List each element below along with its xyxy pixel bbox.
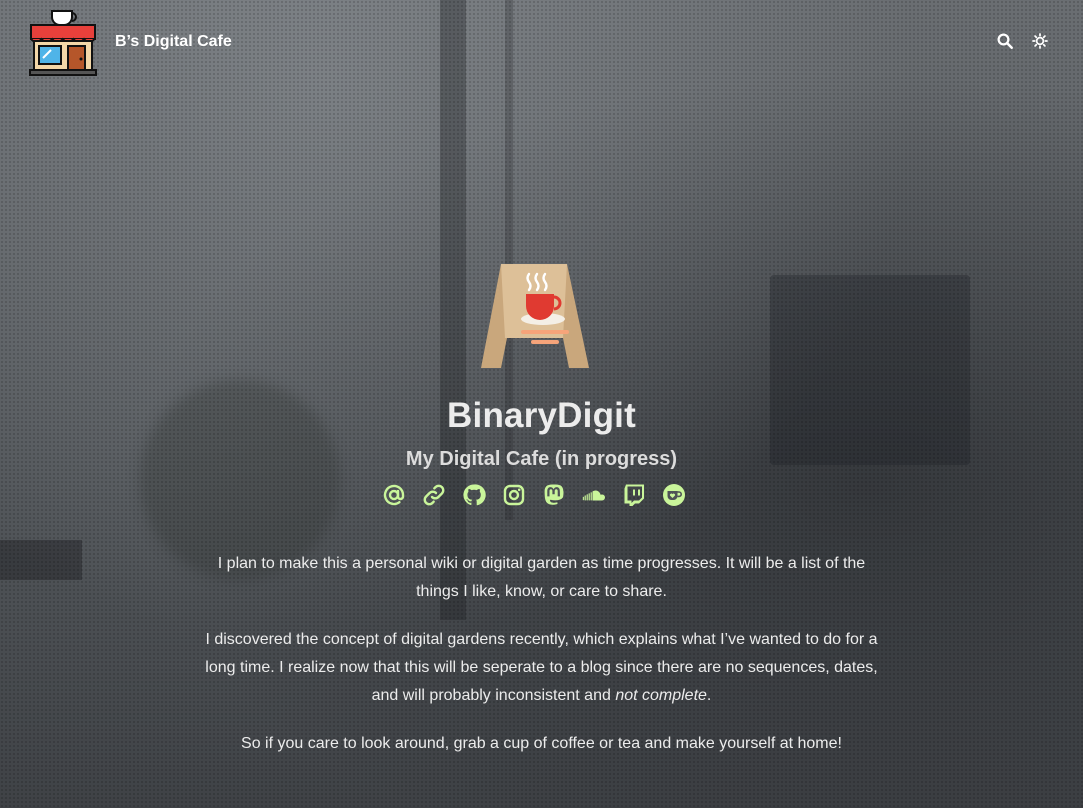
- social-links: [382, 483, 686, 509]
- intro-paragraph: I discovered the concept of digital gard…: [200, 626, 883, 710]
- github-link[interactable]: [462, 483, 486, 507]
- soundcloud-icon: [582, 490, 606, 501]
- sun-icon: [1032, 33, 1048, 49]
- search-icon: [997, 33, 1013, 49]
- mastodon-icon: [544, 484, 564, 505]
- website-link[interactable]: [422, 483, 446, 507]
- emphasis-text: not complete: [615, 687, 707, 704]
- cafe-logo-icon[interactable]: [28, 8, 98, 76]
- intro-content: I plan to make this a personal wiki or d…: [200, 550, 883, 778]
- email-link[interactable]: [382, 483, 406, 507]
- instagram-link[interactable]: [502, 483, 526, 507]
- intro-paragraph: So if you care to look around, grab a cu…: [241, 735, 842, 752]
- mastodon-link[interactable]: [542, 483, 566, 507]
- github-icon: [463, 484, 486, 506]
- ko-fi-link[interactable]: [662, 483, 686, 507]
- soundcloud-link[interactable]: [582, 483, 606, 507]
- search-button[interactable]: [994, 30, 1016, 52]
- cafe-sign-icon: [481, 262, 589, 370]
- ko-fi-icon: [663, 484, 685, 506]
- twitch-icon: [624, 484, 644, 506]
- twitch-link[interactable]: [622, 483, 646, 507]
- intro-paragraph: I plan to make this a personal wiki or d…: [217, 555, 866, 600]
- link-icon: [423, 484, 445, 506]
- site-header: B’s Digital Cafe: [0, 0, 1083, 84]
- theme-toggle-button[interactable]: [1029, 30, 1051, 52]
- profile-name: BinaryDigit: [447, 396, 636, 435]
- profile-tagline: My Digital Cafe (in progress): [405, 448, 678, 470]
- intro-text: .: [706, 687, 712, 704]
- instagram-icon: [503, 484, 525, 506]
- intro-text: I discovered the concept of digital gard…: [205, 631, 878, 704]
- at-sign-icon: [383, 484, 405, 506]
- site-title[interactable]: B’s Digital Cafe: [115, 33, 232, 51]
